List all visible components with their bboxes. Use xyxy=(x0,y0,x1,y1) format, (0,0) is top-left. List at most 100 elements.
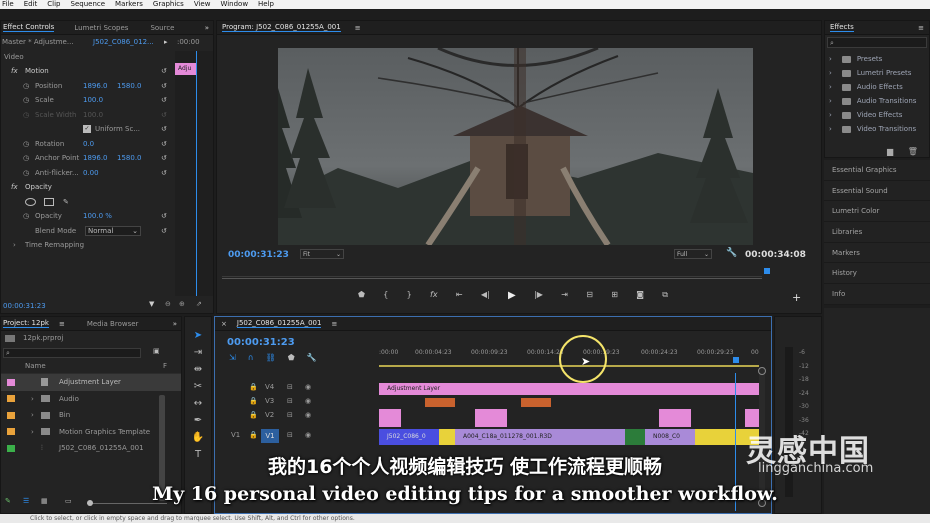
tab-project[interactable]: Project: 12pk xyxy=(3,319,49,328)
label-color-swatch[interactable] xyxy=(7,444,15,452)
project-item[interactable]: › Audio xyxy=(1,391,181,408)
fit-select[interactable]: Fit ⌄ xyxy=(300,249,344,259)
menu-edit[interactable]: Edit xyxy=(24,0,38,9)
column-name[interactable]: Name xyxy=(25,362,46,370)
clip-v1-gap[interactable] xyxy=(439,429,455,445)
track-header-v3[interactable]: 🔒 V3 ⊟ ◉ xyxy=(215,397,375,409)
label-color-swatch[interactable] xyxy=(7,411,15,419)
expand-arrow-icon[interactable]: › xyxy=(13,241,16,249)
track-header-v4[interactable]: 🔒 V4 ⊟ ◉ xyxy=(215,383,375,395)
effects-item-presets[interactable]: › Presets xyxy=(825,52,929,66)
snap-icon[interactable]: ∩ xyxy=(248,353,254,365)
sequence-name[interactable]: J502_C086_01255A_001 xyxy=(236,319,322,328)
ec-row-scale[interactable]: ◷ Scale 100.0 ↺ xyxy=(1,93,213,108)
clip-v2[interactable] xyxy=(745,409,759,427)
eye-icon[interactable]: ◉ xyxy=(305,383,311,391)
project-search-input[interactable]: ⌕ xyxy=(3,347,141,358)
delete-icon[interactable]: 🗑 xyxy=(908,147,918,156)
reset-icon[interactable]: ↺ xyxy=(161,140,167,148)
panel-overflow-icon[interactable]: » xyxy=(173,320,177,328)
master-clip-label[interactable]: Master * Adjustme... xyxy=(2,38,74,46)
stopwatch-icon[interactable]: ◷ xyxy=(23,140,29,148)
camera-icon[interactable]: ◙ xyxy=(636,290,644,304)
add-marker-icon[interactable]: ⬟ xyxy=(358,290,365,304)
blend-mode-select[interactable]: Normal ⌄ xyxy=(85,225,141,236)
new-bin-icon[interactable]: ▆ xyxy=(887,147,893,156)
panel-history[interactable]: History xyxy=(824,263,930,285)
mark-in-icon[interactable]: { xyxy=(383,290,388,304)
menu-sequence[interactable]: Sequence xyxy=(71,0,106,9)
ripple-edit-tool-icon[interactable]: ⇹ xyxy=(189,361,207,378)
reset-icon[interactable]: ↺ xyxy=(161,96,167,104)
project-item[interactable]: › Motion Graphics Template xyxy=(1,424,181,441)
playhead-marker[interactable] xyxy=(764,268,770,274)
ec-row-anchor-point[interactable]: ◷ Anchor Point 1896.0 1580.0 ↺ xyxy=(1,151,213,166)
pen-tool-icon[interactable]: ✒ xyxy=(189,412,207,429)
stopwatch-icon[interactable]: ◷ xyxy=(23,154,29,162)
extract-icon[interactable]: ⊞ xyxy=(611,290,618,304)
panel-overflow-icon[interactable]: » xyxy=(205,24,209,32)
effects-item-audio-transitions[interactable]: › Audio Transitions xyxy=(825,94,929,108)
razor-tool-icon[interactable]: ✂ xyxy=(189,378,207,395)
expand-arrow-icon[interactable]: › xyxy=(31,395,34,403)
track-header-v1[interactable]: V1 🔒 V1 ⊟ ◉ xyxy=(215,429,375,445)
fx-toggle-icon[interactable]: fx xyxy=(430,290,438,304)
effects-item-lumetri-presets[interactable]: › Lumetri Presets xyxy=(825,66,929,80)
reset-icon[interactable]: ↺ xyxy=(161,212,167,220)
track-select-tool-icon[interactable]: ⇥ xyxy=(189,344,207,361)
panel-menu-icon[interactable]: ≡ xyxy=(59,320,65,328)
expand-arrow-icon[interactable]: › xyxy=(31,411,34,419)
sync-lock-icon[interactable]: ⊟ xyxy=(287,411,293,419)
label-color-swatch[interactable] xyxy=(7,395,15,403)
label-color-swatch[interactable] xyxy=(7,428,15,436)
clip-v3[interactable] xyxy=(521,398,551,407)
checkbox-checked-icon[interactable]: ✓ xyxy=(83,125,91,134)
panel-menu-icon[interactable]: ≡ xyxy=(331,320,337,328)
tab-media-browser[interactable]: Media Browser xyxy=(87,320,139,328)
program-video-frame[interactable] xyxy=(278,48,753,245)
panel-lumetri-color[interactable]: Lumetri Color xyxy=(824,201,930,223)
panel-essential-sound[interactable]: Essential Sound xyxy=(824,180,930,202)
menu-help[interactable]: Help xyxy=(258,0,274,9)
ec-row-blend-mode[interactable]: Blend Mode Normal ⌄ ↺ xyxy=(1,224,213,239)
reset-icon[interactable]: ↺ xyxy=(161,82,167,90)
quality-select[interactable]: Full ⌄ xyxy=(674,249,712,259)
program-timecode-current[interactable]: 00:00:31:23 xyxy=(228,250,289,260)
program-monitor-title[interactable]: Program: J502_C086_01255A_001 xyxy=(222,23,341,32)
go-to-in-icon[interactable]: ⇤ xyxy=(456,290,463,304)
linked-selection-icon[interactable]: ⛓ xyxy=(266,353,276,365)
mark-out-icon[interactable]: } xyxy=(407,290,412,304)
panel-menu-icon[interactable]: ≡ xyxy=(355,24,361,32)
slip-tool-icon[interactable]: ↔ xyxy=(189,395,207,412)
expand-arrow-icon[interactable]: › xyxy=(31,428,34,436)
export-icon[interactable]: ⇗ xyxy=(196,300,202,308)
add-marker-icon[interactable]: ⬟ xyxy=(288,353,295,365)
lock-icon[interactable]: 🔒 xyxy=(249,383,258,391)
tab-lumetri-scopes[interactable]: Lumetri Scopes xyxy=(74,24,128,32)
lift-icon[interactable]: ⊟ xyxy=(586,290,593,304)
panel-markers[interactable]: Markers xyxy=(824,242,930,264)
panel-menu-icon[interactable]: ≡ xyxy=(918,24,924,32)
menu-view[interactable]: View xyxy=(194,0,211,9)
close-icon[interactable]: × xyxy=(221,320,227,328)
ec-row-motion[interactable]: fx Motion ↺ xyxy=(1,64,213,79)
lock-icon[interactable]: 🔒 xyxy=(249,411,258,419)
clip-adjustment-layer[interactable]: Adjustment Layer xyxy=(379,383,759,395)
fx-badge-icon[interactable]: fx xyxy=(11,67,18,75)
fx-badge-icon[interactable]: fx xyxy=(11,183,18,191)
clip-label[interactable]: J502_C086_012... xyxy=(93,38,154,46)
clip-v2[interactable] xyxy=(379,409,401,427)
scroll-handle-top[interactable] xyxy=(758,367,766,375)
compare-icon[interactable]: ⧉ xyxy=(662,290,668,304)
ellipse-mask-icon[interactable] xyxy=(25,197,36,206)
sync-lock-icon[interactable]: ⊟ xyxy=(287,383,293,391)
ec-timecode[interactable]: 00:00:31:23 xyxy=(3,302,46,310)
timeline-settings-icon[interactable]: 🔧 xyxy=(307,353,317,365)
reset-icon[interactable]: ↺ xyxy=(161,67,167,75)
tab-source[interactable]: Source xyxy=(150,24,174,32)
effects-title[interactable]: Effects xyxy=(830,23,854,32)
menu-window[interactable]: Window xyxy=(220,0,248,9)
reset-icon[interactable]: ↺ xyxy=(161,169,167,177)
label-color-swatch[interactable] xyxy=(7,378,15,386)
reset-icon[interactable]: ↺ xyxy=(161,154,167,162)
